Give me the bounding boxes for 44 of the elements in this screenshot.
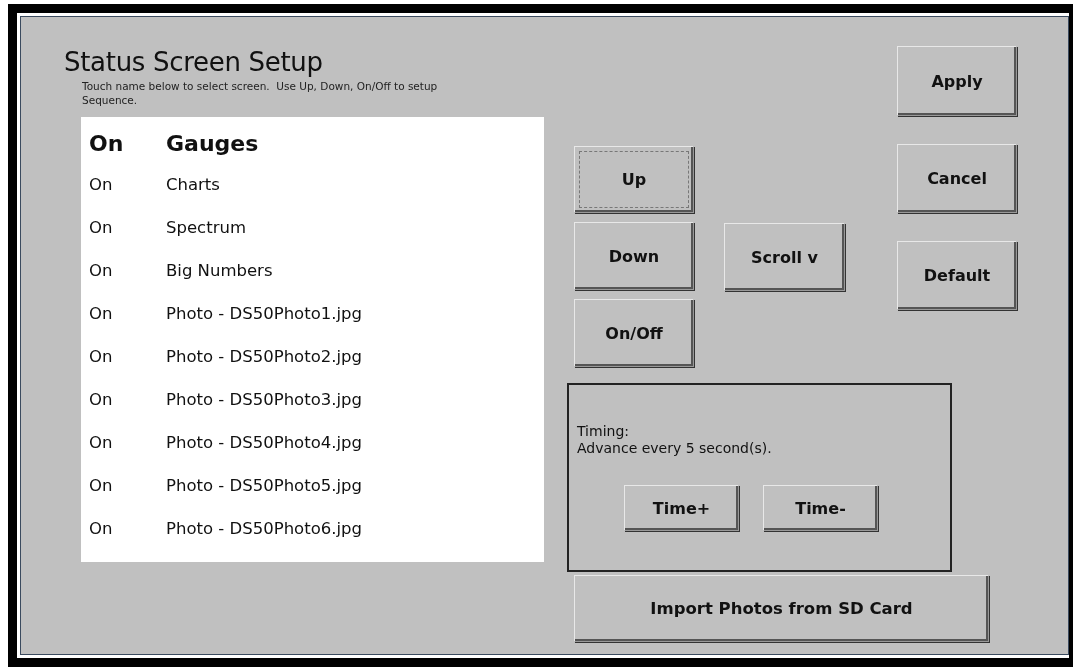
- screen-list-item[interactable]: On Charts: [81, 163, 544, 206]
- instructions-text: Touch name below to select screen. Use Up, Down, On/Off to setup Sequence.: [82, 79, 439, 107]
- timing-label: Timing:: [577, 423, 630, 440]
- screen-name: Photo - DS50Photo6.jpg: [166, 519, 363, 538]
- screen-name: Gauges: [166, 130, 259, 156]
- sequence-button[interactable]: Up: [574, 146, 694, 213]
- screen-list-item[interactable]: On Photo - DS50Photo6.jpg: [81, 507, 544, 550]
- screen-state: On: [89, 218, 114, 237]
- screen-list-item[interactable]: On Big Numbers: [81, 249, 544, 292]
- timing-text: Advance every 5 second(s).: [577, 440, 773, 457]
- screen-name: Photo - DS50Photo4.jpg: [166, 433, 363, 452]
- screen-state: On: [89, 476, 114, 495]
- screen-list-item[interactable]: On Photo - DS50Photo4.jpg: [81, 421, 544, 464]
- screen-state: On: [89, 519, 114, 538]
- screen-name: Photo - DS50Photo5.jpg: [166, 476, 363, 495]
- screen-name: Photo - DS50Photo1.jpg: [166, 304, 363, 323]
- screen-state: On: [89, 347, 114, 366]
- screen-name: Spectrum: [166, 218, 246, 237]
- dialog-button[interactable]: Default: [897, 241, 1017, 310]
- screen-list-item[interactable]: On Spectrum: [81, 206, 544, 249]
- screen-state: On: [89, 130, 125, 156]
- screen-name: Big Numbers: [166, 261, 273, 280]
- screen-list-item[interactable]: On Photo - DS50Photo1.jpg: [81, 292, 544, 335]
- screen-state: On: [89, 261, 114, 280]
- dialog-button[interactable]: Apply: [897, 46, 1017, 116]
- sequence-button[interactable]: On/Off: [574, 299, 694, 367]
- screen-name: Photo - DS50Photo2.jpg: [166, 347, 363, 366]
- screen-list-item[interactable]: On Photo - DS50Photo2.jpg: [81, 335, 544, 378]
- sequence-button[interactable]: Down: [574, 222, 694, 290]
- screen-name: Charts: [166, 175, 220, 194]
- screen-state: On: [89, 433, 114, 452]
- screen-title: Status Screen Setup: [64, 47, 324, 77]
- time-button[interactable]: Time-: [763, 485, 878, 531]
- screen-name: Photo - DS50Photo3.jpg: [166, 390, 363, 409]
- scroll-button[interactable]: Scroll v: [724, 223, 845, 291]
- screen-list-item[interactable]: On Gauges: [81, 123, 544, 163]
- dialog-button[interactable]: Cancel: [897, 144, 1017, 213]
- screen-state: On: [89, 304, 114, 323]
- screen-state: On: [89, 390, 114, 409]
- time-button[interactable]: Time+: [624, 485, 739, 531]
- import-button[interactable]: Import Photos from SD Card: [574, 575, 989, 642]
- screen-list-item[interactable]: On Photo - DS50Photo3.jpg: [81, 378, 544, 421]
- screen-list-item[interactable]: On Photo - DS50Photo5.jpg: [81, 464, 544, 507]
- screen-state: On: [89, 175, 114, 194]
